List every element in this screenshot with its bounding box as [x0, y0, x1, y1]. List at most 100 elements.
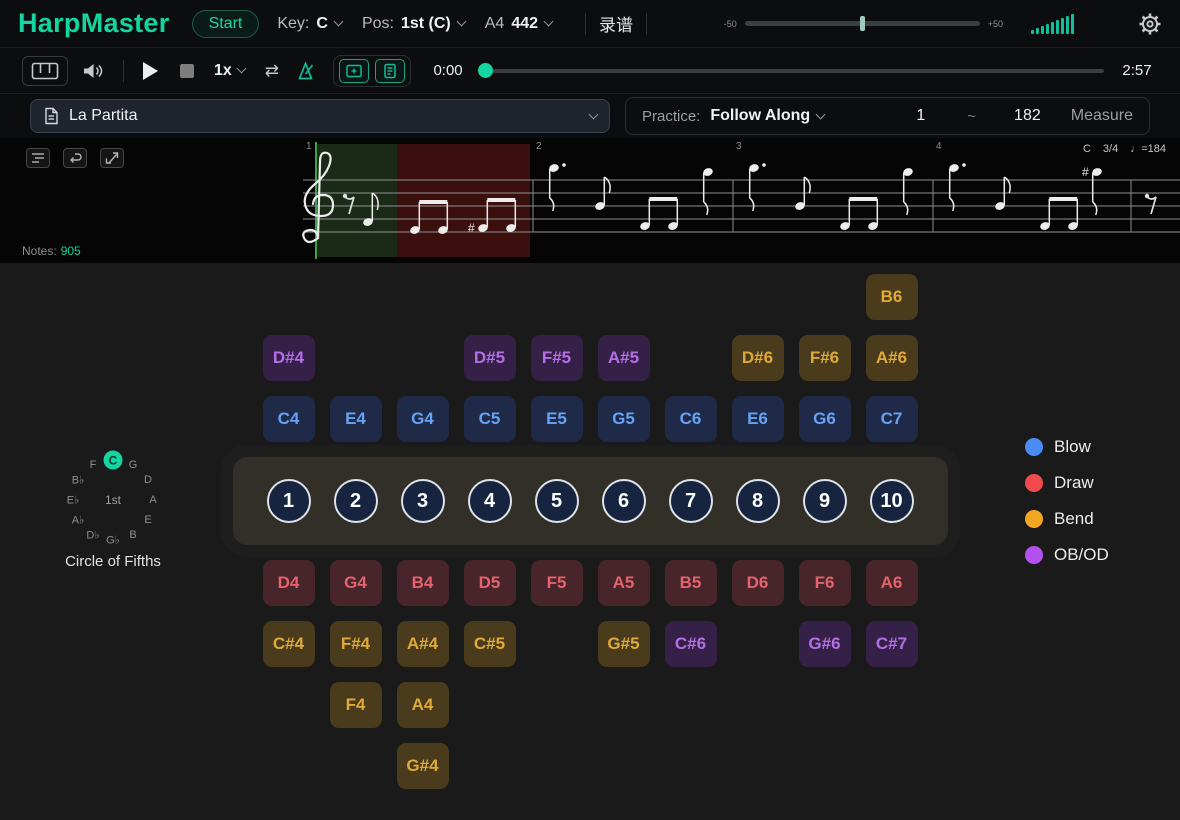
seek-track: [481, 69, 1104, 73]
note-G#6[interactable]: G#6: [799, 621, 851, 667]
speed-select[interactable]: 1x: [214, 62, 245, 80]
legend-label: OB/OD: [1054, 545, 1109, 565]
note-F#4[interactable]: F#4: [330, 621, 382, 667]
note-D#4[interactable]: D#4: [263, 335, 315, 381]
note-C#5[interactable]: C#5: [464, 621, 516, 667]
note-B4[interactable]: B4: [397, 560, 449, 606]
note-D#5[interactable]: D#5: [464, 335, 516, 381]
note-G4-blow[interactable]: G4: [397, 396, 449, 442]
virtual-keyboard-button[interactable]: [22, 56, 68, 86]
note-A6[interactable]: A6: [866, 560, 918, 606]
cof-position-label: 1st: [105, 493, 121, 507]
pitch-slider-handle[interactable]: [860, 16, 865, 31]
score-return-button[interactable]: [63, 148, 87, 168]
cof-note-f[interactable]: F: [90, 459, 97, 471]
divider: [646, 13, 647, 35]
add-display-toggle[interactable]: [339, 59, 369, 83]
note-G4-draw[interactable]: G4: [330, 560, 382, 606]
seek-handle[interactable]: [478, 63, 493, 78]
note-C#4[interactable]: C#4: [263, 621, 315, 667]
score-layout-button[interactable]: [26, 148, 50, 168]
measure-number: 3: [736, 141, 742, 152]
note-C#6[interactable]: C#6: [665, 621, 717, 667]
cof-note-bb[interactable]: B♭: [72, 474, 85, 487]
hole-5[interactable]: 5: [535, 479, 579, 523]
hole-6[interactable]: 6: [602, 479, 646, 523]
note-E5[interactable]: E5: [531, 396, 583, 442]
pitch-max-label: +50: [988, 19, 1003, 29]
start-button[interactable]: Start: [192, 10, 260, 38]
harp-row-draw-bend-3: G#4: [263, 743, 918, 789]
metronome-button[interactable]: [291, 57, 323, 85]
pitch-slider[interactable]: [745, 21, 980, 26]
note-D5[interactable]: D5: [464, 560, 516, 606]
hole-2[interactable]: 2: [334, 479, 378, 523]
note-A4[interactable]: A4: [397, 682, 449, 728]
settings-button[interactable]: [1138, 12, 1162, 36]
hole-7[interactable]: 7: [669, 479, 713, 523]
hole-10[interactable]: 10: [870, 479, 914, 523]
record-score-button[interactable]: 录谱: [599, 11, 633, 36]
loop-button[interactable]: ⇄: [259, 57, 285, 85]
tuning-select[interactable]: A4 442: [485, 15, 552, 33]
note-C6[interactable]: C6: [665, 396, 717, 442]
note-G#5[interactable]: G#5: [598, 621, 650, 667]
metronome-icon: [297, 61, 317, 81]
note-F#5[interactable]: F#5: [531, 335, 583, 381]
note-A5[interactable]: A5: [598, 560, 650, 606]
score-meta: C 3/4 ♩=184: [1083, 143, 1166, 155]
cof-note-ab[interactable]: A♭: [72, 514, 85, 527]
hole-1[interactable]: 1: [267, 479, 311, 523]
hole-9[interactable]: 9: [803, 479, 847, 523]
note-G#4[interactable]: G#4: [397, 743, 449, 789]
song-select[interactable]: La Partita: [30, 99, 610, 133]
note-A#5[interactable]: A#5: [598, 335, 650, 381]
key-select[interactable]: Key: C: [277, 15, 342, 33]
note-E4[interactable]: E4: [330, 396, 382, 442]
hole-3[interactable]: 3: [401, 479, 445, 523]
mute-button[interactable]: [76, 58, 110, 84]
practice-mode-select[interactable]: Follow Along: [710, 107, 824, 125]
note-A#4[interactable]: A#4: [397, 621, 449, 667]
note-F5[interactable]: F5: [531, 560, 583, 606]
note-G6[interactable]: G6: [799, 396, 851, 442]
note-C7[interactable]: C7: [866, 396, 918, 442]
score-view-toggle[interactable]: [375, 59, 405, 83]
note-B6[interactable]: B6: [866, 274, 918, 320]
cof-note-d[interactable]: D: [144, 474, 152, 486]
cof-note-c[interactable]: C: [104, 451, 123, 470]
circle-of-fifths-widget[interactable]: C G D A E B G♭ D♭ A♭ E♭ B♭ F 1st Circle …: [48, 445, 178, 570]
cof-note-gb[interactable]: G♭: [106, 534, 120, 547]
cof-note-db[interactable]: D♭: [86, 529, 99, 542]
note-C5[interactable]: C5: [464, 396, 516, 442]
cof-note-eb[interactable]: E♭: [67, 494, 80, 507]
note-C#7[interactable]: C#7: [866, 621, 918, 667]
note-E6[interactable]: E6: [732, 396, 784, 442]
play-button[interactable]: [137, 58, 164, 84]
cof-note-a[interactable]: A: [149, 494, 156, 506]
cof-note-g[interactable]: G: [129, 459, 138, 471]
hole-8[interactable]: 8: [736, 479, 780, 523]
note-D6[interactable]: D6: [732, 560, 784, 606]
cof-note-e[interactable]: E: [144, 514, 151, 526]
note-A#6[interactable]: A#6: [866, 335, 918, 381]
hole-4[interactable]: 4: [468, 479, 512, 523]
note-C4[interactable]: C4: [263, 396, 315, 442]
note-F#6[interactable]: F#6: [799, 335, 851, 381]
sheet-music-canvas[interactable]: #: [0, 138, 1180, 263]
stop-button[interactable]: [174, 60, 200, 82]
note-B5[interactable]: B5: [665, 560, 717, 606]
note-D4[interactable]: D4: [263, 560, 315, 606]
position-select[interactable]: Pos: 1st (C): [362, 15, 465, 33]
practice-label: Practice:: [642, 108, 700, 125]
seek-bar[interactable]: [481, 61, 1104, 81]
measure-from-input[interactable]: 1: [916, 107, 925, 125]
score-expand-button[interactable]: [100, 148, 124, 168]
note-D#6[interactable]: D#6: [732, 335, 784, 381]
cof-note-b[interactable]: B: [129, 529, 136, 541]
notes-count-label: Notes:: [22, 244, 57, 258]
measure-to-input[interactable]: 182: [1014, 107, 1041, 125]
note-G5[interactable]: G5: [598, 396, 650, 442]
note-F4[interactable]: F4: [330, 682, 382, 728]
note-F6[interactable]: F6: [799, 560, 851, 606]
